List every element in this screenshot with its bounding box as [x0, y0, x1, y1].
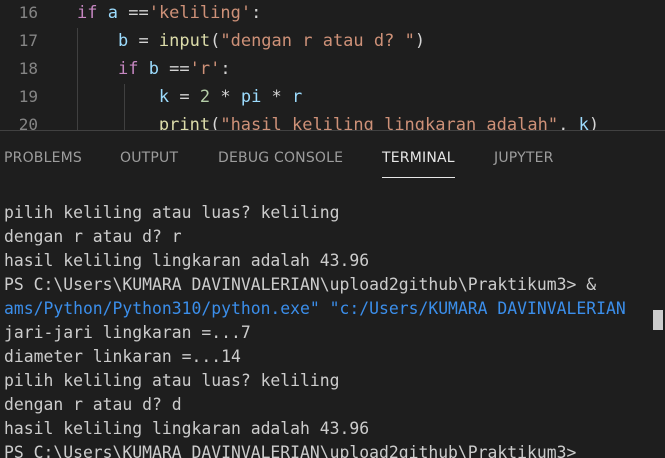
terminal-line: dengan r atau d? r: [4, 227, 182, 246]
code-token: "hasil keliling lingkaran adalah": [220, 115, 559, 130]
code-token: a: [107, 3, 118, 23]
code-line[interactable]: 20 print("hasil keliling lingkaran adala…: [0, 111, 665, 130]
tab-terminal[interactable]: TERMINAL: [382, 150, 455, 178]
code-token: b: [148, 59, 159, 79]
line-number: 20: [18, 115, 38, 130]
code-token: =: [128, 31, 159, 51]
terminal-line: hasil keliling lingkaran adalah 43.96: [4, 419, 370, 438]
code-editor[interactable]: 16 if a =='keliling': 17 b = input("dengan…: [0, 0, 665, 130]
code-token: print: [158, 115, 211, 130]
terminal-line: diameter linkaran =...14: [4, 347, 241, 366]
code-token: *: [210, 87, 241, 107]
terminal-line: dengan r atau d? d: [4, 395, 182, 414]
code-text: if b =='r':: [77, 55, 231, 83]
terminal-output[interactable]: pilih keliling atau luas? keliling dengan…: [4, 201, 665, 458]
tab-jupyter[interactable]: JUPYTER: [494, 150, 554, 166]
terminal-line: PS C:\Users\KUMARA DAVINVALERIAN\upload2…: [4, 275, 606, 294]
code-token: ): [588, 115, 600, 130]
code-token: (: [210, 115, 221, 130]
line-number: 17: [18, 31, 38, 50]
terminal-line: pilih keliling atau luas? keliling: [4, 203, 340, 222]
code-text: if a =='keliling':: [77, 0, 261, 27]
line-number: 16: [18, 3, 38, 22]
code-text: b = input("dengan r atau d? "): [77, 27, 425, 55]
tab-problems[interactable]: PROBLEMS: [4, 150, 82, 166]
code-token: if: [117, 59, 139, 79]
code-token: 'keliling': [148, 3, 252, 23]
panel-tab-bar: PROBLEMS OUTPUT DEBUG CONSOLE TERMINAL J…: [0, 131, 665, 181]
code-token: k: [578, 115, 589, 130]
terminal-line: hasil keliling lingkaran adalah 43.96: [4, 251, 370, 270]
tab-debug-console[interactable]: DEBUG CONSOLE: [218, 150, 343, 166]
code-token: r: [292, 87, 303, 107]
code-line[interactable]: 17 b = input("dengan r atau d? "): [0, 27, 665, 55]
code-line[interactable]: 16 if a =='keliling':: [0, 0, 665, 27]
tab-output[interactable]: OUTPUT: [120, 150, 178, 166]
line-number: 18: [18, 59, 38, 78]
terminal-line: jari-jari lingkaran =...7: [4, 323, 251, 342]
code-token: :: [251, 3, 262, 23]
code-token: ,: [558, 115, 579, 130]
code-token: pi: [240, 87, 262, 107]
code-token: k: [158, 87, 170, 107]
line-number: 19: [18, 87, 38, 106]
code-token: 'r': [189, 59, 221, 79]
code-line[interactable]: 19 k = 2 * pi * r: [0, 83, 665, 111]
code-token: if: [77, 3, 98, 23]
code-token: ): [414, 31, 426, 51]
code-token: b: [117, 31, 129, 51]
terminal-line: ams/Python/Python310/python.exe" "c:/Use…: [4, 299, 626, 318]
code-token: :: [220, 59, 231, 79]
code-token: ==: [158, 59, 190, 79]
bottom-panel: PROBLEMS OUTPUT DEBUG CONSOLE TERMINAL J…: [0, 130, 665, 458]
code-token: (: [210, 31, 221, 51]
code-text: k = 2 * pi * r: [77, 83, 302, 111]
code-token: 2: [199, 87, 211, 107]
terminal-cursor: [653, 310, 663, 330]
code-line[interactable]: 18 if b =='r':: [0, 55, 665, 83]
code-token: input: [158, 31, 211, 51]
code-token: ==: [117, 3, 149, 23]
terminal-line: pilih keliling atau luas? keliling: [4, 371, 340, 390]
code-token: *: [261, 87, 293, 107]
code-token: =: [169, 87, 200, 107]
code-token: "dengan r atau d? ": [220, 31, 415, 51]
terminal-line: PS C:\Users\KUMARA DAVINVALERIAN\upload2…: [4, 443, 587, 458]
code-text: print("hasil keliling lingkaran adalah",…: [77, 111, 599, 130]
